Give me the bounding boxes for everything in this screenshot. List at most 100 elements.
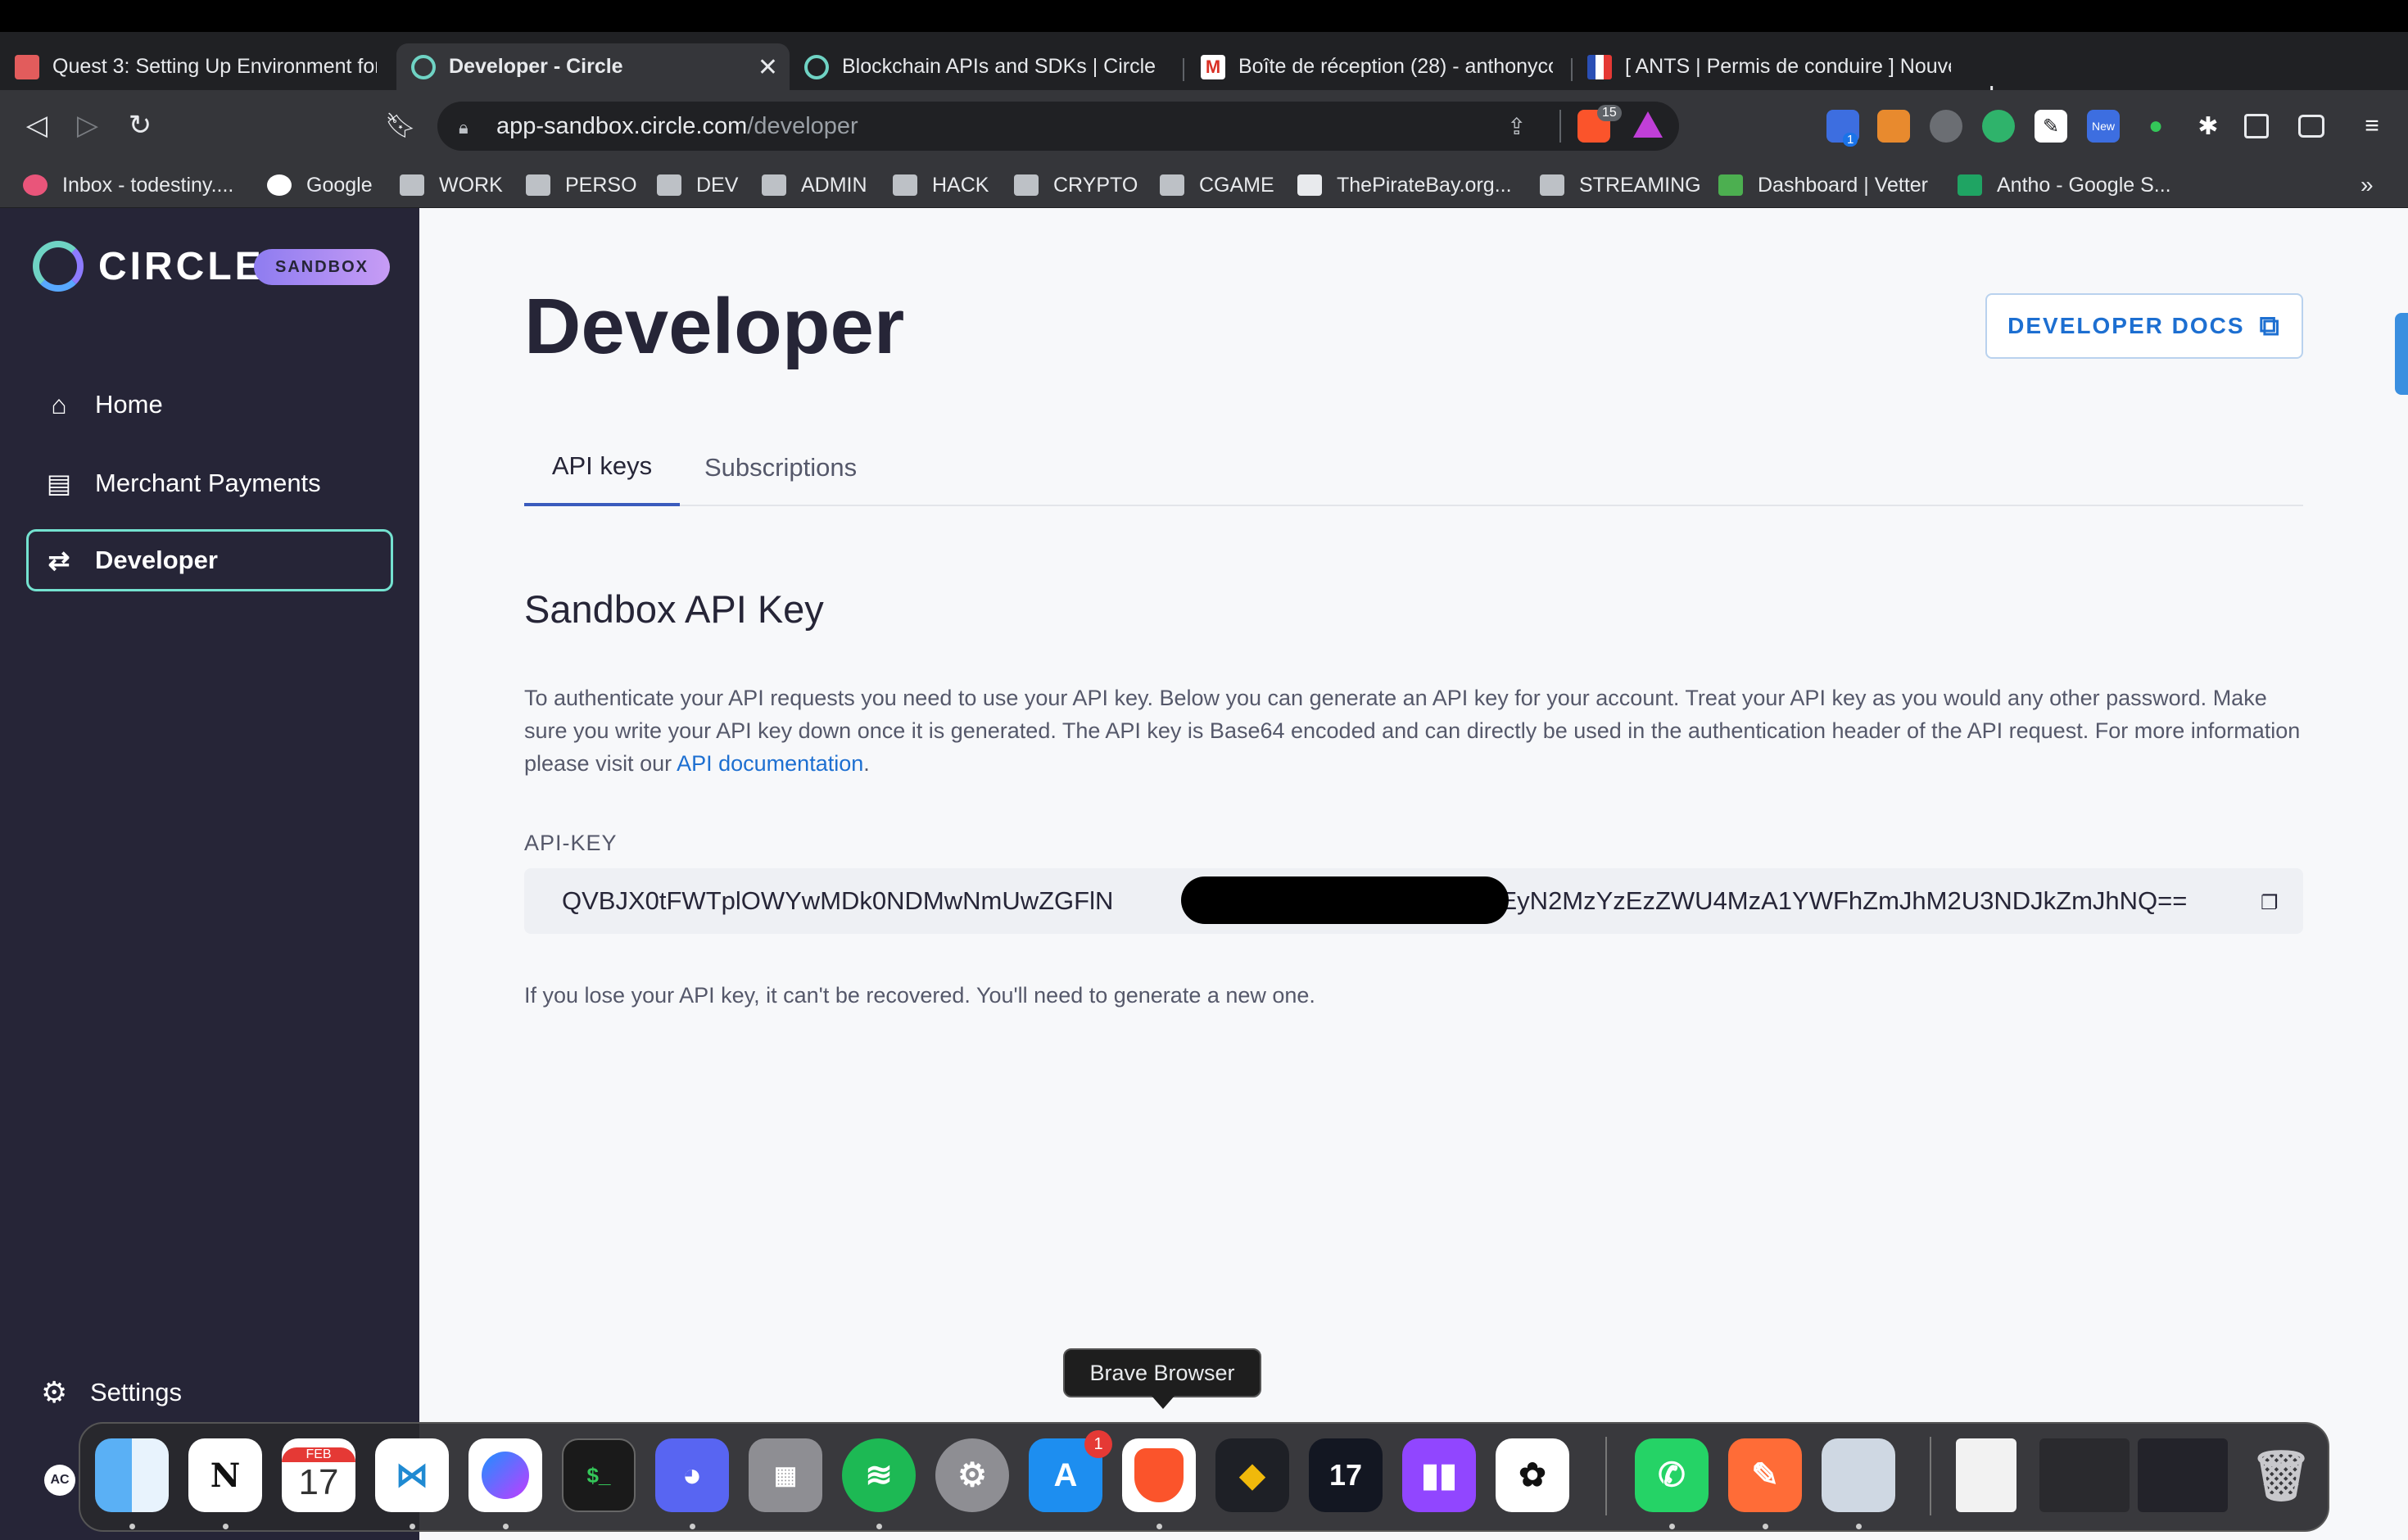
tab-gmail[interactable]: M Boîte de réception (28) - anthonyco: [1186, 43, 1568, 90]
bookmark-hack[interactable]: HACK: [893, 162, 989, 208]
running-dot: [690, 1524, 695, 1529]
bookmark-admin[interactable]: ADMIN: [762, 162, 867, 208]
extension-robot-icon[interactable]: [1982, 110, 2015, 143]
metamask-extension-icon[interactable]: [1877, 110, 1910, 143]
extension-new-icon[interactable]: New: [2087, 110, 2120, 143]
map-pin-extension-icon[interactable]: ●: [2139, 110, 2172, 143]
running-dot: [1156, 1524, 1162, 1529]
external-link-icon: ⧉: [2259, 310, 2281, 342]
running-dot: [1763, 1524, 1768, 1529]
chatgpt-icon[interactable]: ✿: [1496, 1438, 1569, 1512]
messenger-icon[interactable]: [468, 1438, 542, 1512]
vscode-icon[interactable]: ⋈: [375, 1438, 449, 1512]
developer-docs-button[interactable]: DEVELOPER DOCS ⧉: [1985, 293, 2303, 359]
calendar-icon[interactable]: FEB 17: [282, 1438, 355, 1512]
circle-favicon-icon: [804, 54, 829, 79]
sidebar-item-settings[interactable]: ⚙ Settings: [41, 1375, 182, 1409]
binance-icon[interactable]: ◆: [1215, 1438, 1289, 1512]
sidebar-item-developer[interactable]: ⇄ Developer: [26, 529, 393, 591]
close-icon[interactable]: ✕: [758, 53, 778, 82]
dock-tooltip-arrow: [1152, 1396, 1175, 1409]
bookmark-google-sheets[interactable]: Antho - Google S...: [1958, 162, 2171, 208]
tradingview-icon[interactable]: 17: [1309, 1438, 1383, 1512]
folder-icon: [1014, 174, 1039, 196]
bookmark-work[interactable]: WORK: [400, 162, 503, 208]
copy-icon[interactable]: ❐: [2261, 891, 2279, 914]
finder-icon[interactable]: [95, 1438, 169, 1512]
folder-icon: [400, 174, 424, 196]
reload-icon[interactable]: ↻: [120, 105, 161, 146]
discord-icon[interactable]: ◕: [655, 1438, 729, 1512]
bookmark-crypto[interactable]: CRYPTO: [1014, 162, 1138, 208]
folder-icon: [762, 174, 786, 196]
share-icon[interactable]: ⇪: [1507, 113, 1526, 140]
bookmark-thepiratebay[interactable]: ThePirateBay.org...: [1297, 162, 1512, 208]
bookmark-inbox[interactable]: Inbox - todestiny....: [23, 162, 233, 208]
bookmark-vetter[interactable]: Dashboard | Vetter: [1718, 162, 1928, 208]
trash-icon[interactable]: 🗑︎: [2244, 1438, 2318, 1512]
bookmark-icon[interactable]: 🔖︎: [380, 105, 421, 146]
system-preferences-icon[interactable]: ⚙: [935, 1438, 1009, 1512]
tab-quest[interactable]: Quest 3: Setting Up Environment for: [0, 43, 392, 90]
sidebar: CIRCLE SANDBOX ⌂ Home ▤ Merchant Payment…: [0, 208, 419, 1540]
tab-developer-circle[interactable]: Developer - Circle ✕: [396, 43, 790, 90]
forward-icon[interactable]: ▷: [67, 105, 108, 146]
bookmark-streaming[interactable]: STREAMING: [1540, 162, 1701, 208]
notion-icon[interactable]: N: [188, 1438, 262, 1512]
redaction-mark: [1181, 876, 1509, 924]
circle-logo-icon: [33, 241, 84, 292]
api-key-field[interactable]: QVBJX0tFWTplOWYwMDk0NDMwNmUwZGFlN j53ZmEy…: [524, 868, 2303, 934]
pirate-icon: [1297, 174, 1322, 196]
page-title: Developer: [524, 283, 905, 370]
bookmark-perso[interactable]: PERSO: [526, 162, 637, 208]
tab-ants[interactable]: [ ANTS | Permis de conduire ] Nouve: [1573, 43, 1966, 90]
postman-icon[interactable]: ✎: [1728, 1438, 1802, 1512]
bookmark-dev[interactable]: DEV: [657, 162, 738, 208]
running-dot: [223, 1524, 229, 1529]
omnibox-divider: [1559, 110, 1561, 143]
sidebar-toggle-icon[interactable]: [2244, 114, 2269, 138]
brave-rewards-icon[interactable]: [1633, 111, 1663, 138]
extension-pen-icon[interactable]: ✎: [2035, 110, 2067, 143]
side-handle[interactable]: [2395, 313, 2408, 395]
launchpad-icon[interactable]: ▦: [749, 1438, 822, 1512]
wallet-icon[interactable]: [2298, 115, 2324, 138]
address-bar[interactable]: 🔒︎ app-sandbox.circle.com/developer ⇪ 15: [437, 102, 1679, 151]
extension-circle-icon[interactable]: [1930, 110, 1962, 143]
preview-icon[interactable]: [1822, 1438, 1895, 1512]
whatsapp-icon[interactable]: ✆: [1635, 1438, 1709, 1512]
section-title: Sandbox API Key: [524, 587, 824, 631]
minimized-window-thumbnail[interactable]: [2138, 1438, 2228, 1512]
api-key-description: To authenticate your API requests you ne…: [524, 686, 2301, 776]
menu-icon[interactable]: ≡: [2356, 110, 2388, 143]
tab-api-keys[interactable]: API keys: [524, 429, 680, 506]
bookmark-google[interactable]: Google: [267, 162, 373, 208]
tab-subscriptions[interactable]: Subscriptions: [704, 429, 857, 506]
folder-icon: [657, 174, 681, 196]
tab-separator: [1183, 58, 1184, 81]
tab-blockchain-apis[interactable]: Blockchain APIs and SDKs | Circle: [790, 43, 1181, 90]
sidebar-item-home[interactable]: ⌂ Home: [26, 374, 393, 436]
bookmarks-overflow-icon[interactable]: »: [2360, 172, 2374, 198]
running-dot: [129, 1524, 135, 1529]
spotify-icon[interactable]: ≋: [842, 1438, 916, 1512]
gear-icon: ⚙: [41, 1375, 68, 1409]
bookmark-cgame[interactable]: CGAME: [1160, 162, 1274, 208]
running-dot: [1669, 1524, 1675, 1529]
brave-browser-icon[interactable]: [1122, 1438, 1196, 1512]
sidebar-item-merchant-payments[interactable]: ▤ Merchant Payments: [26, 452, 393, 514]
puzzle-extensions-icon[interactable]: ✱: [2192, 110, 2225, 143]
minimized-window-thumbnail[interactable]: [2039, 1438, 2130, 1512]
sheets-icon: [1958, 174, 1982, 196]
terminal-icon[interactable]: $_: [562, 1438, 636, 1512]
back-icon[interactable]: ◁: [16, 105, 57, 146]
circle-logo[interactable]: CIRCLE: [33, 241, 265, 292]
macos-dock: N FEB 17 ⋈ $_ ◕ ▦ ≋ ⚙ A 1 ◆ 17 ▮▮ ✿ ✆ ✎: [79, 1422, 2329, 1532]
browser-toolbar: ◁ ▷ ↻ 🔖︎ 🔒︎ app-sandbox.circle.com/devel…: [0, 90, 2408, 162]
circle-favicon-icon: [411, 54, 436, 79]
api-documentation-link[interactable]: API documentation: [677, 751, 863, 776]
pdf-document-icon[interactable]: [1956, 1438, 2016, 1512]
avatar[interactable]: AC: [44, 1465, 75, 1496]
sandbox-badge: SANDBOX: [254, 249, 391, 285]
twitch-icon[interactable]: ▮▮: [1402, 1438, 1476, 1512]
